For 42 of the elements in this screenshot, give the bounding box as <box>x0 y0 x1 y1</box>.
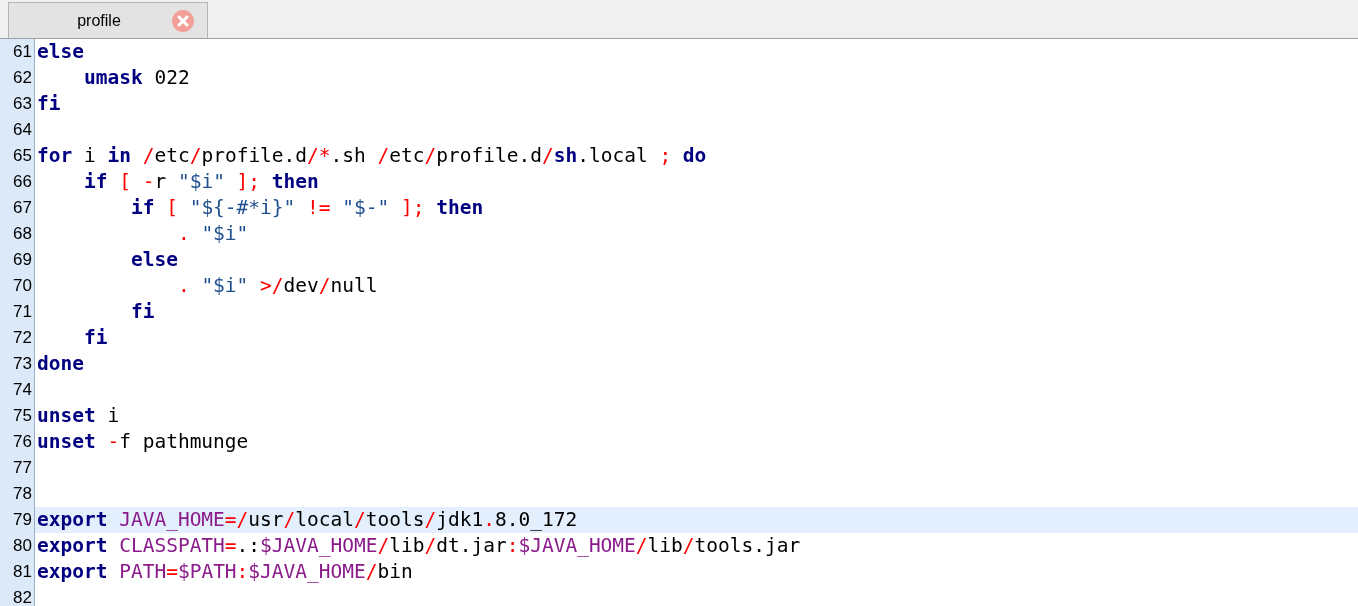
line-number: 67 <box>0 195 35 221</box>
line-number: 75 <box>0 403 35 429</box>
code-line: . "$i" <box>176 221 249 247</box>
line-number: 76 <box>0 429 35 455</box>
line-number: 80 <box>0 533 35 559</box>
code-line: export PATH=$PATH:$JAVA_HOME/bin <box>36 559 413 585</box>
line-number: 65 <box>0 143 35 169</box>
line-number: 62 <box>0 65 35 91</box>
line-number: 77 <box>0 455 35 481</box>
line-number: 69 <box>0 247 35 273</box>
line-number: 72 <box>0 325 35 351</box>
code-line: for i in /etc/profile.d/*.sh /etc/profile.d/sh.local ; do <box>36 143 707 169</box>
file-tab[interactable]: profile <box>8 2 208 38</box>
code-line: fi <box>82 325 108 351</box>
code-line: else <box>36 39 84 65</box>
code-line: done <box>36 351 84 377</box>
code-line: . "$i" >/dev/null <box>176 273 378 299</box>
code-line: export JAVA_HOME=/usr/local/tools/jdk1.8.0_172 <box>36 507 578 533</box>
line-number: 70 <box>0 273 35 299</box>
line-number: 82 <box>0 585 35 606</box>
code-line: fi <box>129 299 155 325</box>
close-icon[interactable] <box>172 10 194 32</box>
code-line: umask 022 <box>82 65 190 91</box>
line-number: 71 <box>0 299 35 325</box>
code-line: unset i <box>36 403 120 429</box>
line-number: 79 <box>0 507 35 533</box>
tab-label: profile <box>76 10 122 31</box>
line-number: 66 <box>0 169 35 195</box>
code-line: if [ -r "$i" ]; then <box>82 169 319 195</box>
line-number: 63 <box>0 91 35 117</box>
code-line: fi <box>36 91 61 117</box>
code-line: unset -f pathmunge <box>36 429 249 455</box>
line-number: 81 <box>0 559 35 585</box>
line-number: 68 <box>0 221 35 247</box>
line-number: 74 <box>0 377 35 403</box>
code-line: export CLASSPATH=.:$JAVA_HOME/lib/dt.jar:$JAVA_HOME/lib/tools.jar <box>36 533 801 559</box>
line-number: 78 <box>0 481 35 507</box>
line-number: 64 <box>0 117 35 143</box>
code-line: else <box>129 247 178 273</box>
code-line: if [ "${-#*i}" != "$-" ]; then <box>129 195 484 221</box>
line-number: 61 <box>0 39 35 65</box>
line-number: 73 <box>0 351 35 377</box>
